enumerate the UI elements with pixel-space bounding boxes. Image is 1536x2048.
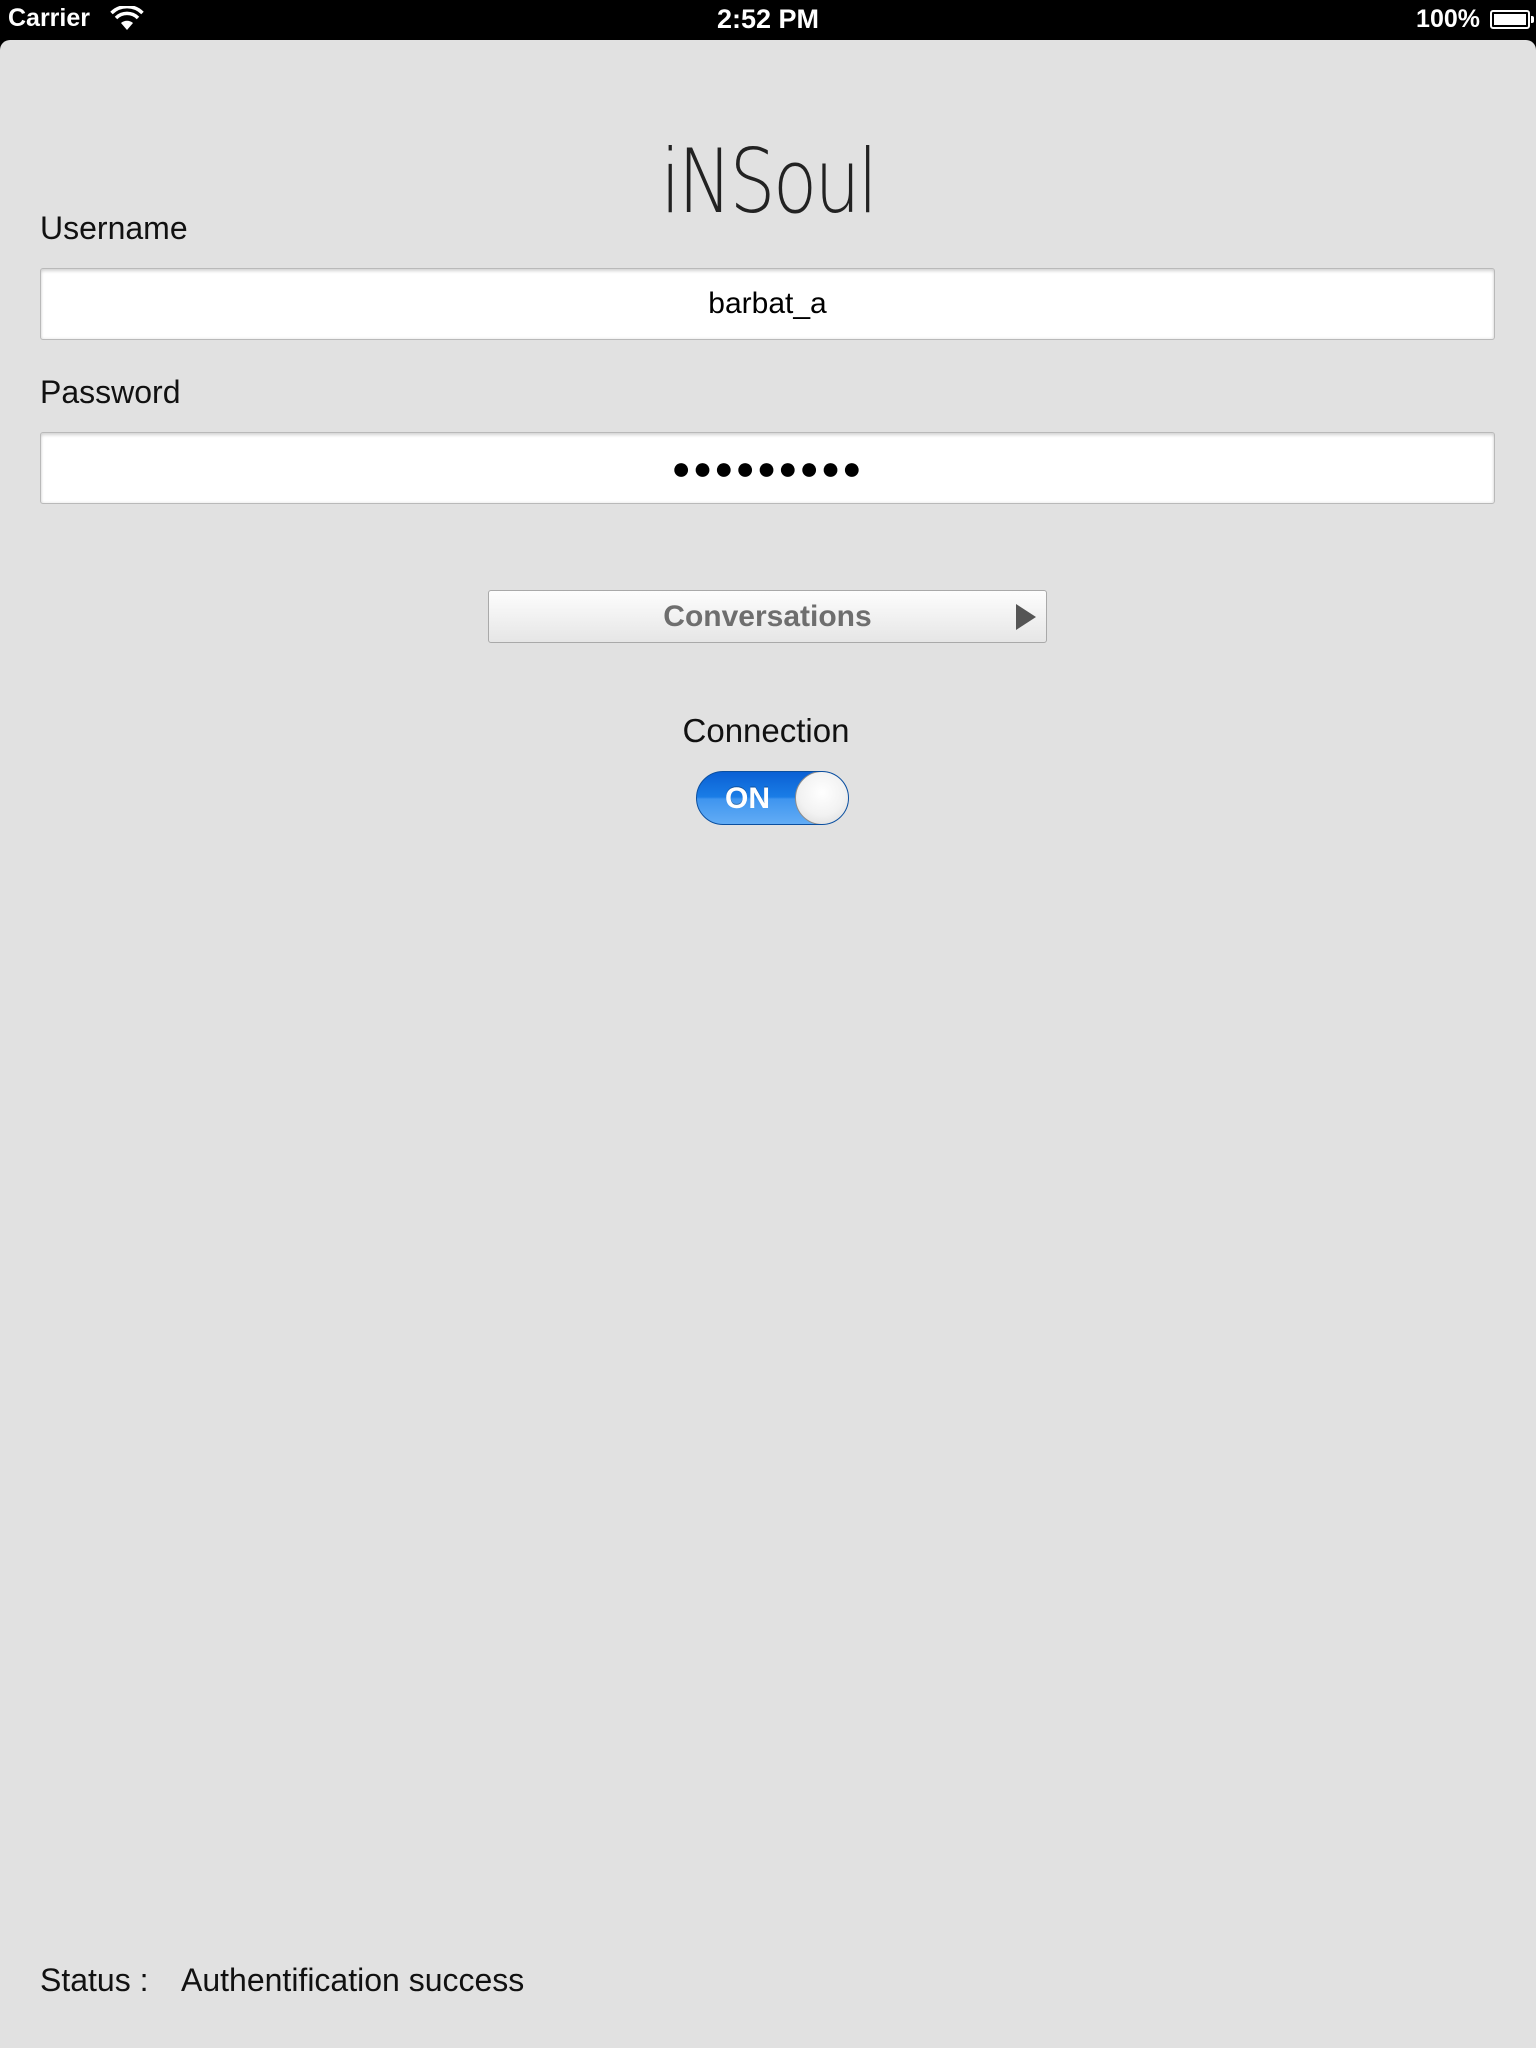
connection-label: Connection bbox=[682, 712, 850, 749]
status-value: Authentification success bbox=[181, 1962, 525, 1998]
login-screen: iNSoul Username barbat_a Password ●●●●●●… bbox=[0, 40, 1536, 2048]
password-label: Password bbox=[40, 374, 181, 410]
password-value: ●●●●●●●●● bbox=[671, 449, 864, 486]
toggle-knob bbox=[795, 772, 848, 824]
status-bar: Carrier 2:52 PM 100% bbox=[0, 0, 1536, 40]
status-label: Status : bbox=[40, 1962, 149, 1998]
connection-toggle[interactable]: ON bbox=[696, 771, 849, 825]
conversations-label: Conversations bbox=[663, 599, 872, 633]
conversations-button[interactable]: Conversations bbox=[488, 590, 1047, 643]
username-field[interactable]: barbat_a bbox=[40, 268, 1495, 340]
app-title: iNSoul bbox=[660, 130, 877, 233]
battery-percent: 100% bbox=[1416, 5, 1480, 33]
username-value: barbat_a bbox=[708, 287, 827, 320]
toggle-on-text: ON bbox=[725, 782, 770, 815]
username-label: Username bbox=[40, 210, 188, 246]
play-arrow-icon bbox=[1016, 604, 1036, 630]
battery-icon bbox=[1490, 10, 1534, 29]
password-field[interactable]: ●●●●●●●●● bbox=[40, 432, 1495, 504]
clock-label: 2:52 PM bbox=[716, 4, 820, 34]
